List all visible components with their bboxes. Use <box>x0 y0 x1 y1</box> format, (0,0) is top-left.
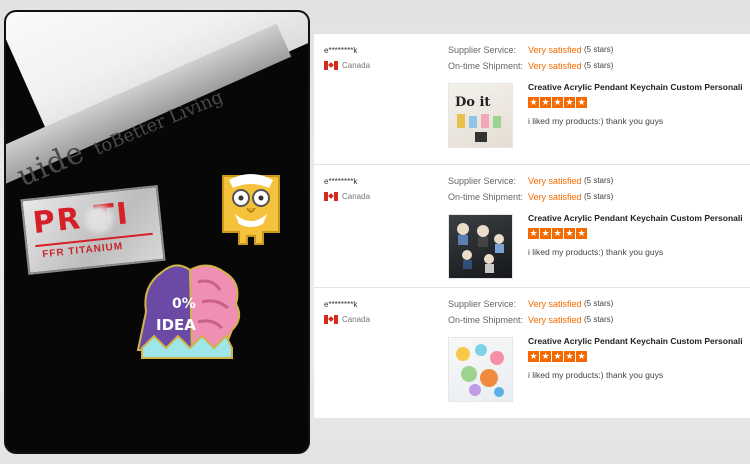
star-icon: ★ <box>528 351 539 362</box>
supplier-service-value: Very satisfied <box>528 45 582 55</box>
review-card: e********k Canada Supplier Service: Very… <box>314 34 750 157</box>
reviewer-country: Canada <box>342 61 371 70</box>
review-comment: i liked my products:) thank you guys <box>528 247 664 257</box>
shipment-value: Very satisfied <box>528 315 582 325</box>
star-icon: ★ <box>528 228 539 239</box>
review-card: e********k Canada Supplier Service: Very… <box>314 287 750 411</box>
supplier-service-label: Supplier Service: <box>448 176 517 186</box>
supplier-service-stars: (5 stars) <box>584 45 614 54</box>
product-thumbnail[interactable] <box>448 337 513 402</box>
star-icon: ★ <box>552 97 563 108</box>
star-rating: ★ ★ ★ ★ ★ <box>528 228 587 239</box>
canada-flag-icon <box>324 192 338 201</box>
product-photo: uide toBetter Living PR TI FFR TITANIUM … <box>6 12 308 452</box>
review-comment: i liked my products:) thank you guys <box>528 116 664 126</box>
shipment-stars: (5 stars) <box>584 61 614 70</box>
badge-word: PR TI <box>31 196 132 242</box>
review-comment: i liked my products:) thank you guys <box>528 370 664 380</box>
star-icon: ★ <box>528 97 539 108</box>
shipment-stars: (5 stars) <box>584 315 614 324</box>
cartoon-pins-thumbnail-image <box>456 344 504 397</box>
old-man-face-pin <box>222 174 280 245</box>
canada-flag-icon <box>324 61 338 70</box>
product-title-link[interactable]: Creative Acrylic Pendant Keychain Custom… <box>528 213 742 223</box>
shipment-label: On-time Shipment: <box>448 61 524 71</box>
supplier-service-label: Supplier Service: <box>448 299 517 309</box>
reviewer-country: Canada <box>342 192 371 201</box>
star-icon: ★ <box>576 97 587 108</box>
shipment-label: On-time Shipment: <box>448 315 524 325</box>
star-icon: ★ <box>552 351 563 362</box>
product-thumbnail[interactable] <box>448 214 513 279</box>
reviewer-name: e********k <box>324 46 358 55</box>
review-list: e********k Canada Supplier Service: Very… <box>314 34 750 418</box>
shipment-value: Very satisfied <box>528 61 582 71</box>
star-rating: ★ ★ ★ ★ ★ <box>528 351 587 362</box>
zero-percent-idea-pin: 0% IDEA <box>136 264 241 359</box>
review-card: e********k Canada Supplier Service: Very… <box>314 164 750 288</box>
star-icon: ★ <box>564 97 575 108</box>
product-thumbnail[interactable]: Do it <box>448 83 513 148</box>
star-icon: ★ <box>576 228 587 239</box>
product-title-link[interactable]: Creative Acrylic Pendant Keychain Custom… <box>528 336 742 346</box>
star-icon: ★ <box>540 97 551 108</box>
supplier-service-stars: (5 stars) <box>584 176 614 185</box>
pin-text-bottom: IDEA <box>156 316 196 334</box>
star-icon: ★ <box>540 228 551 239</box>
supplier-service-value: Very satisfied <box>528 299 582 309</box>
reviewer-country: Canada <box>342 315 371 324</box>
product-title-link[interactable]: Creative Acrylic Pendant Keychain Custom… <box>528 82 742 92</box>
supplier-service-label: Supplier Service: <box>448 45 517 55</box>
star-icon: ★ <box>564 351 575 362</box>
star-icon: ★ <box>564 228 575 239</box>
thumbnail-text: Do it <box>455 95 490 110</box>
star-icon: ★ <box>540 351 551 362</box>
star-icon: ★ <box>552 228 563 239</box>
pin-text-top: 0% <box>172 296 196 312</box>
reviewer-name: e********k <box>324 177 358 186</box>
reviewer-name: e********k <box>324 300 358 309</box>
star-icon: ★ <box>576 351 587 362</box>
shipment-value: Very satisfied <box>528 192 582 202</box>
canada-flag-icon <box>324 315 338 324</box>
supplier-service-value: Very satisfied <box>528 176 582 186</box>
shipment-stars: (5 stars) <box>584 192 614 201</box>
shipment-label: On-time Shipment: <box>448 192 524 202</box>
keychain-thumbnail-image: Do it <box>455 95 501 142</box>
supplier-service-stars: (5 stars) <box>584 299 614 308</box>
pins-thumbnail-image <box>457 223 504 273</box>
star-rating: ★ ★ ★ ★ ★ <box>528 97 587 108</box>
